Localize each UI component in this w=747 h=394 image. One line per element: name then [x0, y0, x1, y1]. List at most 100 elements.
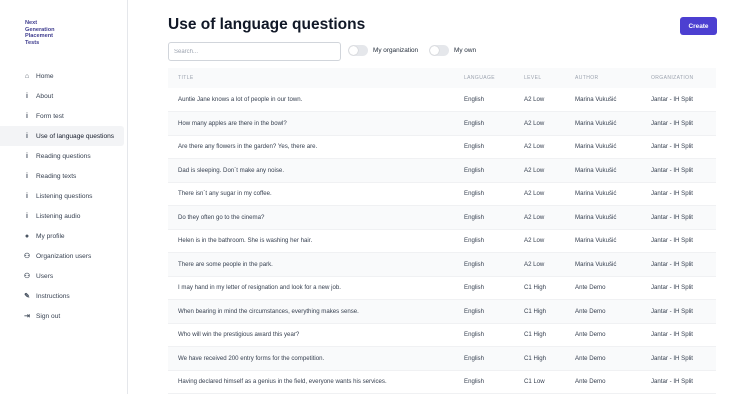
cell-language: English: [454, 370, 514, 394]
sidebar-item-label: Sign out: [36, 312, 61, 320]
cell-title: There isn´t any sugar in my coffee.: [168, 182, 454, 206]
sidebar-item-listening-audio[interactable]: i Listening audio: [0, 206, 128, 226]
cell-language: English: [454, 111, 514, 136]
cell-language: English: [454, 346, 514, 371]
cell-title: Helen is in the bathroom. She is washing…: [168, 229, 454, 253]
cell-author: Ante Demo: [565, 276, 641, 300]
cell-title: How many apples are there in the bowl?: [168, 111, 454, 136]
sidebar-item-label: Listening audio: [36, 212, 81, 220]
cell-level: A2 Low: [514, 229, 565, 253]
logo-line: Placement: [25, 33, 53, 40]
home-icon: ⌂: [24, 72, 30, 80]
sidebar-item-about[interactable]: i About: [0, 86, 128, 106]
questions-table: TITLE LANGUAGE LEVEL AUTHOR ORGANIZATION…: [168, 68, 716, 394]
create-button[interactable]: Create: [680, 17, 717, 35]
column-header-level[interactable]: LEVEL: [514, 68, 565, 88]
cell-title: There are some people in the park.: [168, 252, 454, 277]
logo-line: Next: [25, 20, 38, 26]
sidebar-item-home[interactable]: ⌂ Home: [0, 66, 128, 86]
listening-questions-icon: i: [26, 192, 28, 200]
cell-language: English: [454, 323, 514, 347]
cell-title: I may hand in my letter of resignation a…: [168, 276, 454, 300]
sidebar-item-use-of-language-questions[interactable]: i Use of language questions: [0, 126, 124, 146]
cell-author: Marina Vukušić: [565, 252, 641, 277]
sidebar-item-label: Form test: [36, 112, 64, 120]
logo-line: Generation: [25, 26, 55, 33]
my-own-toggle[interactable]: My own: [429, 45, 476, 56]
cell-level: A2 Low: [514, 135, 565, 159]
use-of-language-questions-icon: i: [26, 132, 28, 140]
cell-title: When bearing in mind the circumstances, …: [168, 299, 454, 324]
form-test-icon: i: [26, 112, 28, 120]
search-input[interactable]: [168, 42, 341, 61]
cell-level: A2 Low: [514, 205, 565, 230]
cell-author: Marina Vukušić: [565, 111, 641, 136]
column-header-author[interactable]: AUTHOR: [565, 68, 641, 88]
toggle-switch[interactable]: [429, 45, 449, 56]
page-title: Use of language questions: [168, 16, 366, 33]
column-header-language[interactable]: LANGUAGE: [454, 68, 514, 88]
table-row[interactable]: Are there any flowers in the garden? Yes…: [168, 135, 716, 159]
table-row[interactable]: When bearing in mind the circumstances, …: [168, 299, 716, 324]
cell-language: English: [454, 252, 514, 277]
toggle-label: My own: [454, 47, 477, 54]
sidebar-item-users[interactable]: ⚇ Users: [0, 266, 128, 286]
toggle-switch[interactable]: [348, 45, 368, 56]
cell-organization: Jantar - IH Split: [641, 323, 716, 347]
my-profile-icon: ●: [24, 232, 30, 240]
table-body: Auntie Jane knows a lot of people in our…: [168, 88, 716, 394]
table-row[interactable]: Do they often go to the cinema? English A2…: [168, 205, 716, 230]
column-header-title[interactable]: TITLE: [168, 68, 454, 88]
cell-organization: Jantar - IH Split: [641, 88, 716, 112]
cell-language: English: [454, 276, 514, 300]
sidebar-item-sign-out[interactable]: ⇥ Sign out: [0, 306, 128, 326]
cell-language: English: [454, 299, 514, 324]
sidebar-nav: ⌂ Home i About i Form test i Use of language qu…: [0, 66, 128, 326]
table-row[interactable]: Having declared himself as a genius in t…: [168, 370, 716, 394]
table-row[interactable]: Auntie Jane knows a lot of people in our…: [168, 88, 716, 112]
table-row[interactable]: We have received 200 entry forms for the…: [168, 346, 716, 371]
logo-line: Tests: [25, 39, 40, 46]
cell-title: Who will win the prestigious award this …: [168, 323, 454, 347]
table-row[interactable]: Dad is sleeping. Don´t make any noise. En…: [168, 158, 716, 183]
sidebar-item-reading-questions[interactable]: i Reading questions: [0, 146, 128, 166]
cell-title: Dad is sleeping. Don´t make any noise.: [168, 158, 454, 183]
cell-author: Ante Demo: [565, 346, 641, 371]
cell-level: C1 High: [514, 323, 565, 347]
sidebar-item-form-test[interactable]: i Form test: [0, 106, 128, 126]
sidebar-item-reading-texts[interactable]: i Reading texts: [0, 166, 128, 186]
column-header-organization[interactable]: ORGANIZATION: [641, 68, 716, 88]
cell-author: Ante Demo: [565, 370, 641, 394]
reading-questions-icon: i: [26, 152, 28, 160]
sidebar-item-label: Reading questions: [36, 152, 91, 160]
cell-level: C1 High: [514, 346, 565, 371]
sidebar-item-label: About: [36, 92, 54, 100]
sidebar-item-instructions[interactable]: ✎ Instructions: [0, 286, 128, 306]
table-row[interactable]: I may hand in my letter of resignation a…: [168, 276, 716, 300]
table-row[interactable]: There are some people in the park. Englis…: [168, 252, 716, 277]
cell-organization: Jantar - IH Split: [641, 111, 716, 136]
cell-author: Marina Vukušić: [565, 182, 641, 206]
cell-level: C1 Low: [514, 370, 565, 394]
cell-title: Are there any flowers in the garden? Yes…: [168, 135, 454, 159]
cell-organization: Jantar - IH Split: [641, 158, 716, 183]
cell-author: Ante Demo: [565, 299, 641, 324]
cell-organization: Jantar - IH Split: [641, 135, 716, 159]
sidebar-item-listening-questions[interactable]: i Listening questions: [0, 186, 128, 206]
sidebar-item-label: Users: [36, 272, 54, 280]
cell-author: Marina Vukušić: [565, 158, 641, 183]
cell-level: A2 Low: [514, 111, 565, 136]
table-row[interactable]: There isn´t any sugar in my coffee. Engli…: [168, 182, 716, 206]
app-logo[interactable]: Next Generation Placement Tests: [25, 20, 105, 46]
table-row[interactable]: How many apples are there in the bowl? En…: [168, 111, 716, 136]
table-row[interactable]: Helen is in the bathroom. She is washing…: [168, 229, 716, 253]
users-icon: ⚇: [23, 273, 31, 280]
cell-level: C1 High: [514, 299, 565, 324]
table-row[interactable]: Who will win the prestigious award this …: [168, 323, 716, 347]
sidebar-item-organization-users[interactable]: ⚇ Organization users: [0, 246, 128, 266]
sidebar-item-my-profile[interactable]: ● My profile: [0, 226, 128, 246]
cell-title: Having declared himself as a genius in t…: [168, 370, 454, 394]
cell-title: Auntie Jane knows a lot of people in our…: [168, 88, 454, 112]
sidebar-item-label: Reading texts: [36, 172, 77, 180]
my-organization-toggle[interactable]: My organization: [348, 45, 418, 56]
